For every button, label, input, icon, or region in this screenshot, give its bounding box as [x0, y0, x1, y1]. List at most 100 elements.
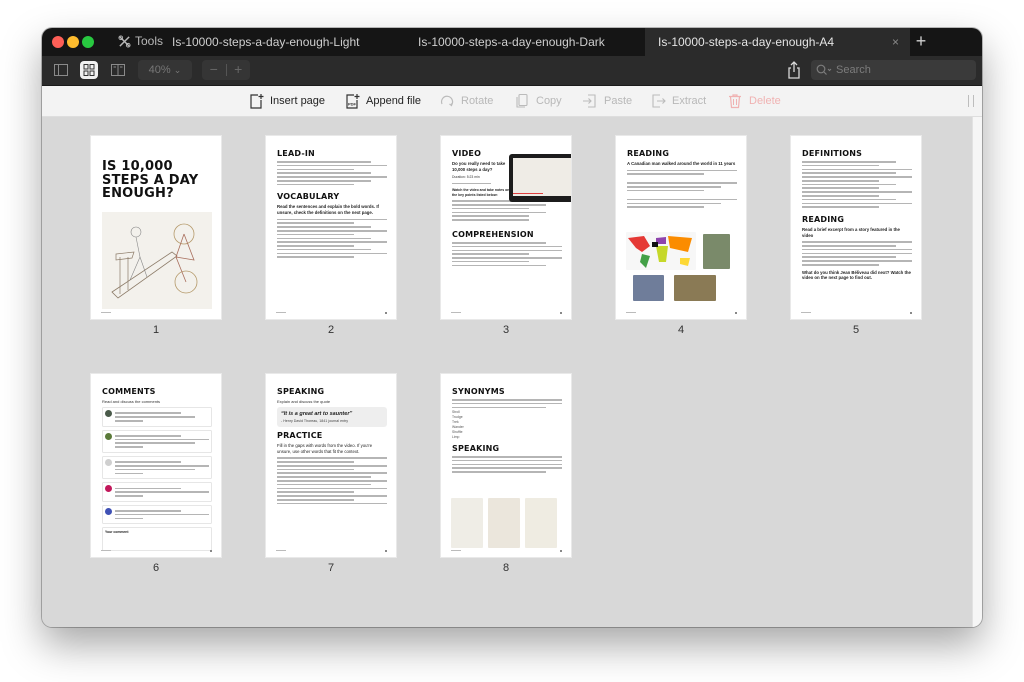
page-footer — [101, 312, 212, 314]
page-number-8: 8 — [502, 562, 510, 574]
page-footer — [276, 550, 387, 552]
page-number-4: 4 — [677, 324, 685, 336]
append-file-button[interactable]: PDF Append file — [344, 86, 421, 116]
rotate-icon — [440, 95, 454, 107]
grid-icon — [83, 64, 95, 76]
zoom-level-select[interactable]: 40% ⌄ — [138, 60, 192, 80]
tab-a4[interactable]: Is-10000-steps-a-day-enough-A4 × — [645, 28, 910, 56]
search-input[interactable]: Search — [811, 60, 976, 80]
sketch-image-2 — [488, 498, 520, 548]
grid-view-button[interactable] — [80, 61, 98, 79]
comments-intro: Read and discuss the comments — [102, 399, 161, 404]
sidebar-view-button[interactable] — [52, 61, 70, 79]
heading-reading: READING — [802, 215, 845, 225]
quote-box: “It is a great art to saunter” - Henry D… — [277, 407, 387, 428]
heading-speaking: SPEAKING — [277, 387, 325, 396]
tools-label: Tools — [135, 34, 164, 48]
walker-photo-3 — [674, 275, 716, 301]
practice-intro: Fill in the gaps with words from the vid… — [277, 443, 373, 454]
page-thumbnail-1[interactable]: IS 10,000 STEPS A DAY ENOUGH? — [91, 136, 221, 319]
heading-reading: READING — [627, 149, 670, 158]
insert-page-button[interactable]: Insert page — [248, 86, 325, 116]
comment-item — [102, 407, 212, 427]
trash-icon — [729, 94, 741, 109]
vocab-instructions: Read the sentences and explain the bold … — [277, 204, 379, 216]
minimize-window-button[interactable] — [67, 36, 79, 48]
paste-button[interactable]: Paste — [582, 86, 632, 116]
page-thumbnail-5[interactable]: DEFINITIONS READING Read a brief excerpt… — [791, 136, 921, 319]
page-grid: IS 10,000 STEPS A DAY ENOUGH? 1 LEAD-IN … — [42, 117, 972, 627]
page-thumbnail-7[interactable]: SPEAKING Explain and discuss the quote “… — [266, 374, 396, 557]
zoom-stepper: − + — [202, 60, 250, 80]
close-window-button[interactable] — [52, 36, 64, 48]
page-footer — [451, 550, 562, 552]
panel-resize-handle[interactable] — [968, 95, 974, 107]
tab-light[interactable]: Is-10000-steps-a-day-enough-Light — [172, 28, 359, 56]
sidebar-icon — [54, 64, 68, 76]
tools-button[interactable]: Tools — [118, 34, 163, 48]
insert-page-label: Insert page — [270, 95, 326, 107]
page-title: IS 10,000 STEPS A DAY ENOUGH? — [102, 159, 199, 202]
page-number-5: 5 — [852, 324, 860, 336]
insert-page-icon — [250, 94, 264, 109]
sketch-image-1 — [451, 498, 483, 548]
walker-photo-2 — [633, 275, 664, 301]
quote-attribution: - Henry David Thoreau, 1841 journal entr… — [281, 419, 349, 424]
zoom-in-button[interactable]: + — [227, 60, 251, 80]
search-icon — [816, 64, 832, 75]
two-page-view-button[interactable] — [109, 61, 127, 79]
page-actions-bar: Insert page PDF Append file Rotate Copy … — [42, 86, 982, 117]
comment-item — [102, 504, 212, 525]
comment-item — [102, 482, 212, 502]
comment-item — [102, 429, 212, 454]
zoom-out-button[interactable]: − — [202, 60, 226, 80]
synonym-item: Limp — [452, 435, 460, 440]
quote-text: “It is a great art to saunter” — [281, 411, 353, 418]
heading-speaking: SPEAKING — [452, 443, 500, 453]
page-footer — [101, 550, 212, 552]
app-window: Tools Is-10000-steps-a-day-enough-Light … — [42, 28, 982, 627]
tab-label: Is-10000-steps-a-day-enough-A4 — [658, 35, 835, 49]
page-thumbnail-3[interactable]: VIDEO Do you really need to take 10,000 … — [441, 136, 571, 319]
heading-lead-in: LEAD-IN — [277, 149, 315, 158]
page-thumbnail-6[interactable]: COMMENTS Read and discuss the comments Y… — [91, 374, 221, 557]
copy-button[interactable]: Copy — [514, 86, 562, 116]
sketch-image-3 — [525, 498, 557, 548]
synonym-list: Stroll Trudge Trek Wander Shuffle Limp — [452, 410, 562, 440]
page-thumbnail-2[interactable]: LEAD-IN VOCABULARY Read the sentences an… — [266, 136, 396, 319]
your-comment-label: Your comment — [105, 530, 129, 535]
video-thumbnail-laptop — [509, 154, 571, 202]
vertical-scrollbar[interactable] — [972, 117, 982, 627]
rotate-button[interactable]: Rotate — [439, 86, 493, 116]
new-tab-button[interactable]: + — [910, 28, 932, 56]
chevron-down-icon: ⌄ — [173, 65, 182, 75]
zoom-window-button[interactable] — [82, 36, 94, 48]
copy-icon — [516, 93, 528, 108]
paste-label: Paste — [604, 95, 633, 107]
extract-button[interactable]: Extract — [650, 86, 706, 116]
tab-label: Is-10000-steps-a-day-enough-Dark — [418, 35, 605, 49]
heading-definitions: DEFINITIONS — [802, 149, 863, 158]
illustration-treadmill-bike — [102, 212, 212, 309]
close-tab-icon[interactable]: × — [892, 28, 899, 56]
page-footer — [801, 312, 912, 314]
page-thumbnail-4[interactable]: READING A Canadian man walked around the… — [616, 136, 746, 319]
extract-label: Extract — [672, 95, 707, 107]
page-number-3: 3 — [502, 324, 510, 336]
your-comment-box: Your comment — [102, 527, 212, 552]
search-placeholder: Search — [836, 64, 871, 76]
heading-comments: COMMENTS — [102, 387, 156, 396]
page-number-6: 6 — [152, 562, 160, 574]
speaking-intro: Explain and discuss the quote — [277, 399, 331, 404]
heading-practice: PRACTICE — [277, 431, 323, 441]
page-footer — [626, 312, 737, 314]
page-thumbnail-8[interactable]: SYNONYMS Stroll Trudge Trek Wander Shuff… — [441, 374, 571, 557]
toolbar: 40% ⌄ − + Search — [42, 56, 982, 86]
page-footer — [451, 312, 562, 314]
append-pdf-icon: PDF — [346, 94, 360, 109]
video-instructions: Watch the video and take notes on the ke… — [452, 188, 510, 197]
share-icon[interactable] — [786, 61, 802, 79]
delete-button[interactable]: Delete — [727, 86, 781, 116]
tab-dark[interactable]: Is-10000-steps-a-day-enough-Dark — [418, 28, 605, 56]
reading-intro: Read a brief excerpt from a story featur… — [802, 227, 900, 238]
